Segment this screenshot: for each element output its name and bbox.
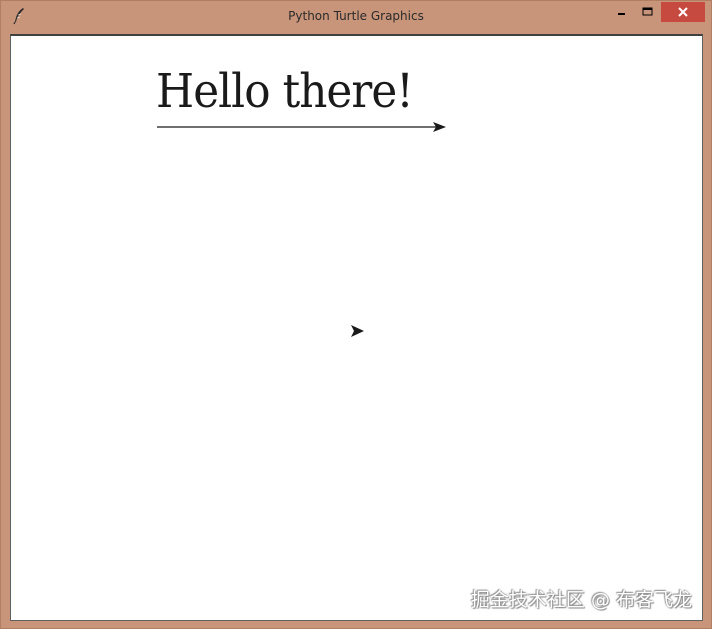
maximize-button[interactable] xyxy=(635,2,660,22)
minimize-icon xyxy=(618,13,625,15)
turtle-canvas-area[interactable]: Hello there! 掘金技术社区 @ 布客飞龙 xyxy=(10,34,703,621)
turtle-window: Python Turtle Graphics Hello there! 掘金技术… xyxy=(0,0,712,629)
window-title: Python Turtle Graphics xyxy=(288,9,424,23)
maximize-icon xyxy=(642,7,652,16)
close-icon xyxy=(678,7,688,17)
watermark: 掘金技术社区 @ 布客飞龙 xyxy=(470,589,692,611)
arrow-turtle-icon xyxy=(351,325,364,337)
title-bar[interactable]: Python Turtle Graphics xyxy=(1,1,711,32)
minimize-button[interactable] xyxy=(610,2,634,22)
close-button[interactable] xyxy=(661,2,705,22)
turtle-canvas: Hello there! 掘金技术社区 @ 布客飞龙 xyxy=(11,36,702,620)
turtle-drawing xyxy=(157,122,446,337)
